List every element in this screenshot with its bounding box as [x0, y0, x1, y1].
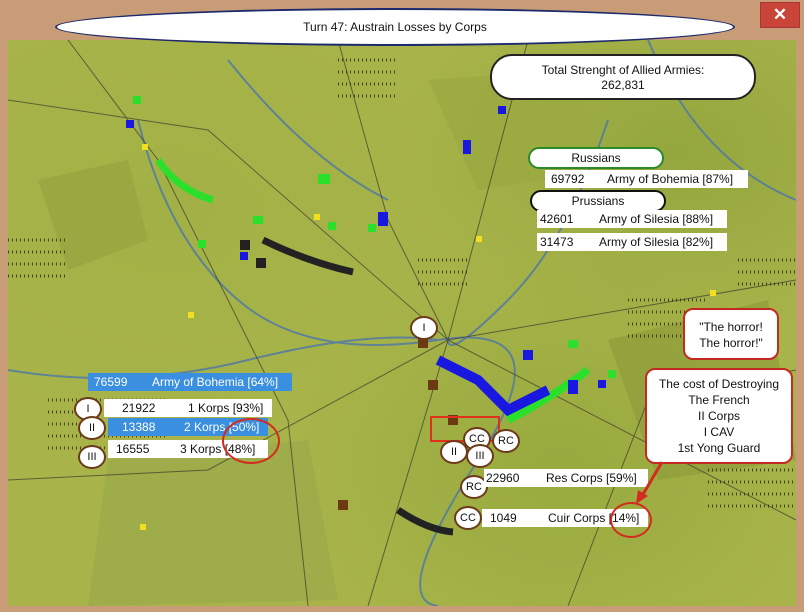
turn-title-banner: Turn 47: Austrain Losses by Corps [55, 8, 735, 46]
map-badge-iii[interactable]: III [466, 444, 494, 468]
cost-line-1: The cost of Destroying [658, 377, 780, 391]
corps-row-i[interactable]: 21922 1 Korps [93%] [104, 399, 272, 417]
corps-badge-iii: III [78, 445, 106, 469]
prussian-army-strength-1: 42601 [540, 212, 574, 226]
corps-ii-strength: 13388 [122, 420, 156, 434]
cuir-loss-highlight [610, 502, 652, 538]
austrian-army-name: Army of Bohemia [64%] [152, 375, 279, 389]
corps-i-name: 1 Korps [93%] [188, 401, 264, 415]
res-corps-row[interactable]: 22960 Res Corps [59%] [484, 469, 648, 487]
russians-label-pill: Russians [528, 147, 664, 169]
russian-army-row[interactable]: 69792 Army of Bohemia [87%] [545, 170, 748, 188]
russian-army-strength: 69792 [551, 172, 585, 186]
austrian-army-strength: 76599 [94, 375, 128, 389]
turn-title: Turn 47: Austrain Losses by Corps [303, 20, 487, 34]
map-terrain [8, 40, 796, 606]
prussians-label: Prussians [571, 194, 625, 208]
cost-line-2: The French [688, 393, 750, 407]
close-button[interactable]: ✕ [760, 2, 800, 28]
map-badge-i[interactable]: I [410, 316, 438, 340]
cuir-corps-strength: 1049 [490, 511, 517, 525]
map-badge-rc[interactable]: RC [492, 429, 520, 453]
prussian-army-row-2[interactable]: 31473 Army of Silesia [82%] [537, 233, 727, 251]
prussian-army-row-1[interactable]: 42601 Army of Silesia [88%] [537, 210, 727, 228]
cost-line-5: 1st Yong Guard [677, 441, 761, 455]
korps-loss-highlight [222, 418, 280, 464]
french-badge-cc: CC [454, 506, 482, 530]
res-corps-name: Res Corps [59%] [546, 471, 637, 485]
russian-army-name: Army of Bohemia [87%] [607, 172, 734, 186]
corps-iii-strength: 16555 [116, 442, 150, 456]
close-icon: ✕ [772, 5, 788, 24]
campaign-map[interactable] [8, 40, 796, 606]
allied-strength-box: Total Strenght of Allied Armies: 262,831 [490, 54, 756, 100]
res-corps-strength: 22960 [486, 471, 520, 485]
prussian-army-strength-2: 31473 [540, 235, 574, 249]
horror-line-1: "The horror! [699, 320, 763, 334]
russians-label: Russians [571, 151, 621, 165]
prussian-army-name-2: Army of Silesia [82%] [599, 235, 714, 249]
callout-arrow [636, 461, 664, 504]
cost-line-4: I CAV [703, 425, 735, 439]
allied-strength-value: 262,831 [601, 78, 645, 92]
cost-callout: The cost of Destroying The French II Cor… [645, 368, 793, 464]
horror-callout: "The horror! The horror!" [683, 308, 779, 360]
cost-line-3: II Corps [697, 409, 740, 423]
map-badge-ii[interactable]: II [440, 440, 468, 464]
prussian-army-name-1: Army of Silesia [88%] [599, 212, 714, 226]
horror-line-2: The horror!" [699, 336, 763, 350]
prussians-label-pill: Prussians [530, 190, 666, 212]
austrian-army-row[interactable]: 76599 Army of Bohemia [64%] [88, 373, 292, 391]
corps-badge-ii: II [78, 416, 106, 440]
allied-strength-label: Total Strenght of Allied Armies: [541, 63, 705, 77]
corps-i-strength: 21922 [122, 401, 156, 415]
